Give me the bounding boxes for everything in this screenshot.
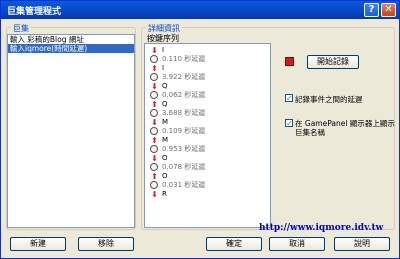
sequence-text: 0.078 秒延遲 xyxy=(162,163,206,171)
sequence-text: O xyxy=(162,154,168,162)
title-bar[interactable]: 巨集管理程式 ? ✕ xyxy=(1,1,399,19)
sequence-text: M xyxy=(162,136,169,144)
sequence-row[interactable]: 3.922 秒延遲 xyxy=(145,73,270,82)
key-down-icon: ⬇ xyxy=(151,154,158,163)
sequence-text: I xyxy=(162,46,165,54)
sequence-text: 0.953 秒延遲 xyxy=(162,145,206,153)
sequence-row[interactable]: ⬇ I xyxy=(145,46,270,55)
record-delays-checkbox[interactable]: ✓ xyxy=(285,94,293,103)
sequence-row[interactable]: ⬇ R xyxy=(145,190,270,199)
key-up-icon: ⬆ xyxy=(151,136,158,145)
key-up-icon: ⬆ xyxy=(151,100,158,109)
record-delays-label: 記錄事件之間的延遲 xyxy=(295,95,363,104)
key-down-icon: ⬇ xyxy=(151,190,158,199)
key-down-icon: ⬇ xyxy=(151,118,158,127)
macro-manager-window: 巨集管理程式 ? ✕ 巨集 輸入 彩稿的Blog 網址 輸入iqmore(時間延… xyxy=(0,0,400,259)
sequence-row[interactable]: 0.031 秒延遲 xyxy=(145,181,270,190)
sequence-row[interactable]: 3.688 秒延遲 xyxy=(145,109,270,118)
sequence-text: 3.688 秒延遲 xyxy=(162,109,206,117)
sequence-text: Q xyxy=(162,82,168,90)
sequence-row[interactable]: ⬇ M xyxy=(145,118,270,127)
macros-group-label: 巨集 xyxy=(11,23,31,34)
clock-icon xyxy=(150,91,158,99)
sequence-text: Q xyxy=(162,100,168,108)
macro-list[interactable]: 輸入 彩稿的Blog 網址 輸入iqmore(時間延遲) xyxy=(7,34,135,228)
key-up-icon: ⬆ xyxy=(151,172,158,181)
key-down-icon: ⬇ xyxy=(151,82,158,91)
ok-button[interactable]: 確定 xyxy=(206,237,262,251)
sequence-row[interactable]: 0.110 秒延遲 xyxy=(145,55,270,64)
clock-icon xyxy=(150,181,158,189)
sequence-row[interactable]: 0.078 秒延遲 xyxy=(145,163,270,172)
sequence-text: 0.109 秒延遲 xyxy=(162,127,206,135)
sequence-text: 0.031 秒延遲 xyxy=(162,181,206,189)
sequence-row[interactable]: ⬇ O xyxy=(145,154,270,163)
clock-icon xyxy=(150,163,158,171)
delete-macro-button[interactable]: 移除 xyxy=(78,237,134,251)
macro-list-item-selected[interactable]: 輸入iqmore(時間延遲) xyxy=(8,44,134,53)
sequence-text: I xyxy=(162,64,165,72)
window-title: 巨集管理程式 xyxy=(7,7,62,17)
key-down-icon: ⬇ xyxy=(151,46,158,55)
help-button[interactable]: 說明 xyxy=(334,237,390,251)
clock-icon xyxy=(150,127,158,135)
key-sequence-list[interactable]: ⬇ I 0.110 秒延遲 ⬆ I 3.922 秒延遲 ⬇ Q 0.062 秒延遲 ⬆ Q 3.688… xyxy=(144,43,271,228)
new-macro-button[interactable]: 新建 xyxy=(10,237,66,251)
clock-icon xyxy=(150,73,158,81)
sequence-text: 0.110 秒延遲 xyxy=(162,55,206,63)
sequence-row[interactable]: ⬆ M xyxy=(145,136,270,145)
sequence-row[interactable]: ⬇ Q xyxy=(145,82,270,91)
cancel-button[interactable]: 取消 xyxy=(269,237,325,251)
start-record-button[interactable]: 開始記錄 xyxy=(307,55,359,69)
sequence-row[interactable]: ⬆ I xyxy=(145,64,270,73)
sequence-row[interactable]: 0.062 秒延遲 xyxy=(145,91,270,100)
help-title-button[interactable]: ? xyxy=(364,3,379,17)
sequence-row[interactable]: 0.109 秒延遲 xyxy=(145,127,270,136)
sequence-row[interactable]: ⬆ Q xyxy=(145,100,270,109)
macro-list-item[interactable]: 輸入 彩稿的Blog 網址 xyxy=(8,35,134,44)
sequence-row[interactable]: 0.953 秒延遲 xyxy=(145,145,270,154)
key-up-icon: ⬆ xyxy=(151,64,158,73)
sequence-row[interactable]: ⬆ O xyxy=(145,172,270,181)
clock-icon xyxy=(150,109,158,117)
clock-icon xyxy=(150,145,158,153)
watermark-url: http://www.iqmore.idv.tw xyxy=(259,223,384,233)
sequence-text: O xyxy=(162,172,168,180)
sequence-text: 3.922 秒延遲 xyxy=(162,73,206,81)
record-icon xyxy=(285,57,294,66)
show-name-checkbox[interactable]: ✓ xyxy=(285,119,293,128)
sequence-text: 0.062 秒延遲 xyxy=(162,91,206,99)
show-name-label-line2: 巨集名稱 xyxy=(295,128,325,137)
clock-icon xyxy=(150,55,158,63)
close-title-button[interactable]: ✕ xyxy=(381,3,396,17)
sequence-text: M xyxy=(162,118,169,126)
sequence-text: R xyxy=(162,190,167,198)
